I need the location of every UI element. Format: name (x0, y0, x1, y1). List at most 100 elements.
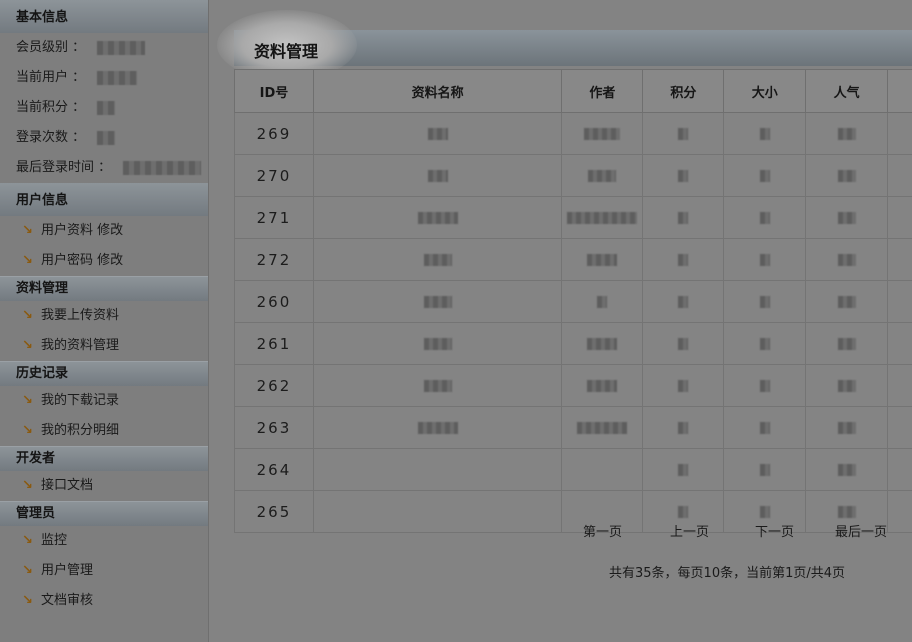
data-cell (723, 364, 807, 407)
table-row[interactable]: 264 (234, 448, 912, 491)
last-page-link[interactable]: 最后一页 (835, 521, 887, 540)
basic-info-row: 当前用户 ： (0, 63, 208, 93)
table-row[interactable]: 261 (234, 322, 912, 365)
redacted-value (837, 421, 856, 434)
arrow-icon: ↘ (22, 223, 33, 238)
basic-info-label: 当前积分 ： (16, 100, 86, 115)
sidebar-link[interactable]: ↘ 我要上传资料 (0, 301, 208, 331)
column-header-overflow (887, 69, 912, 113)
redacted-value (587, 253, 618, 266)
table-header-row: ID号 资料名称 作者 积分 大小 人气 (234, 69, 912, 113)
id-cell: 263 (234, 406, 314, 449)
column-header: ID号 (234, 69, 314, 113)
data-cell (561, 112, 644, 155)
data-cell-overflow (887, 196, 912, 239)
first-page-link[interactable]: 第一页 (583, 521, 622, 540)
data-cell (642, 406, 725, 449)
table-row[interactable]: 262 (234, 364, 912, 407)
data-cell (312, 112, 563, 155)
sidebar-link[interactable]: ↘ 用户密码 修改 (0, 246, 208, 276)
basic-info-list: 会员级别 ： 当前用户 ： 当前积分 ： 登录次数 ： 最后登录时间 ： (0, 33, 208, 183)
table-row[interactable]: 263 (234, 406, 912, 449)
next-page-link[interactable]: 下一页 (755, 521, 794, 540)
table-row[interactable]: 270 (234, 154, 912, 197)
data-cell (805, 448, 888, 491)
sidebar-section-header: 管理员 (0, 501, 208, 526)
table-row[interactable]: 271 (234, 196, 912, 239)
data-cell-overflow (887, 406, 912, 449)
data-cell (561, 154, 644, 197)
sidebar-link-label: 我要上传资料 (41, 308, 120, 323)
prev-page-link[interactable]: 上一页 (670, 521, 709, 540)
redacted-value (759, 169, 770, 182)
sidebar-sections: 用户信息 ↘ 用户资料 修改 ↘ 用户密码 修改 资料管理 ↘ 我要上传资料 ↘ 我的资料管理 历史… (0, 183, 208, 616)
redacted-value (678, 253, 689, 266)
table-row[interactable]: 260 (234, 280, 912, 323)
page-title: 资料管理 (254, 42, 319, 61)
data-cell (805, 322, 888, 365)
redacted-value (597, 295, 608, 308)
id-cell: 272 (234, 238, 314, 281)
redacted-value (678, 505, 689, 518)
redacted-value (837, 169, 856, 182)
sidebar-link[interactable]: ↘ 我的下载记录 (0, 386, 208, 416)
sidebar-link[interactable]: ↘ 文档审核 (0, 586, 208, 616)
column-header: 人气 (805, 69, 888, 113)
id-cell: 264 (234, 448, 314, 491)
data-cell-overflow (887, 112, 912, 155)
sidebar: 基本信息 会员级别 ： 当前用户 ： 当前积分 ： 登录次数 ： 最后登录时间 ： 用户… (0, 0, 209, 642)
redacted-value (97, 101, 116, 115)
sidebar-link[interactable]: ↘ 我的资料管理 (0, 331, 208, 361)
table-row[interactable]: 272 (234, 238, 912, 281)
sidebar-link[interactable]: ↘ 监控 (0, 526, 208, 556)
redacted-value (678, 421, 689, 434)
redacted-value (837, 505, 856, 518)
arrow-icon: ↘ (22, 593, 33, 608)
data-cell (723, 196, 807, 239)
redacted-value (678, 463, 689, 476)
redacted-value (678, 169, 689, 182)
data-cell (312, 196, 563, 239)
data-cell (723, 112, 807, 155)
id-cell: 270 (234, 154, 314, 197)
data-cell (805, 154, 888, 197)
data-cell (642, 112, 725, 155)
redacted-value (759, 127, 770, 140)
redacted-value (837, 253, 856, 266)
data-cell (642, 196, 725, 239)
sidebar-link-label: 我的资料管理 (41, 338, 120, 353)
basic-info-row: 登录次数 ： (0, 123, 208, 153)
redacted-value (678, 379, 689, 392)
page-root: 基本信息 会员级别 ： 当前用户 ： 当前积分 ： 登录次数 ： 最后登录时间 ： 用户… (0, 0, 912, 642)
redacted-value (837, 127, 856, 140)
id-cell: 260 (234, 280, 314, 323)
redacted-value (587, 337, 618, 350)
basic-info-label: 会员级别 ： (16, 40, 86, 55)
sidebar-link-label: 我的积分明细 (41, 423, 120, 438)
sidebar-link-label: 用户密码 修改 (41, 253, 124, 268)
sidebar-link-label: 接口文档 (41, 478, 94, 493)
sidebar-link[interactable]: ↘ 我的积分明细 (0, 416, 208, 446)
data-cell-overflow (887, 280, 912, 323)
redacted-value (759, 421, 770, 434)
table-row[interactable]: 269 (234, 112, 912, 155)
data-cell (312, 364, 563, 407)
sidebar-section-header: 用户信息 (0, 183, 208, 216)
data-cell-overflow (887, 238, 912, 281)
data-cell (561, 448, 644, 491)
redacted-value (759, 337, 770, 350)
data-cell (805, 280, 888, 323)
sidebar-section-header: 资料管理 (0, 276, 208, 301)
redacted-value (759, 295, 770, 308)
column-header: 作者 (561, 69, 644, 113)
sidebar-section-basic-info: 基本信息 (0, 0, 208, 33)
column-header: 积分 (642, 69, 725, 113)
sidebar-link[interactable]: ↘ 用户资料 修改 (0, 216, 208, 246)
sidebar-link[interactable]: ↘ 用户管理 (0, 556, 208, 586)
redacted-value (423, 295, 452, 308)
data-cell (561, 196, 644, 239)
redacted-value (678, 295, 689, 308)
data-cell (561, 406, 644, 449)
sidebar-link[interactable]: ↘ 接口文档 (0, 471, 208, 501)
arrow-icon: ↘ (22, 423, 33, 438)
